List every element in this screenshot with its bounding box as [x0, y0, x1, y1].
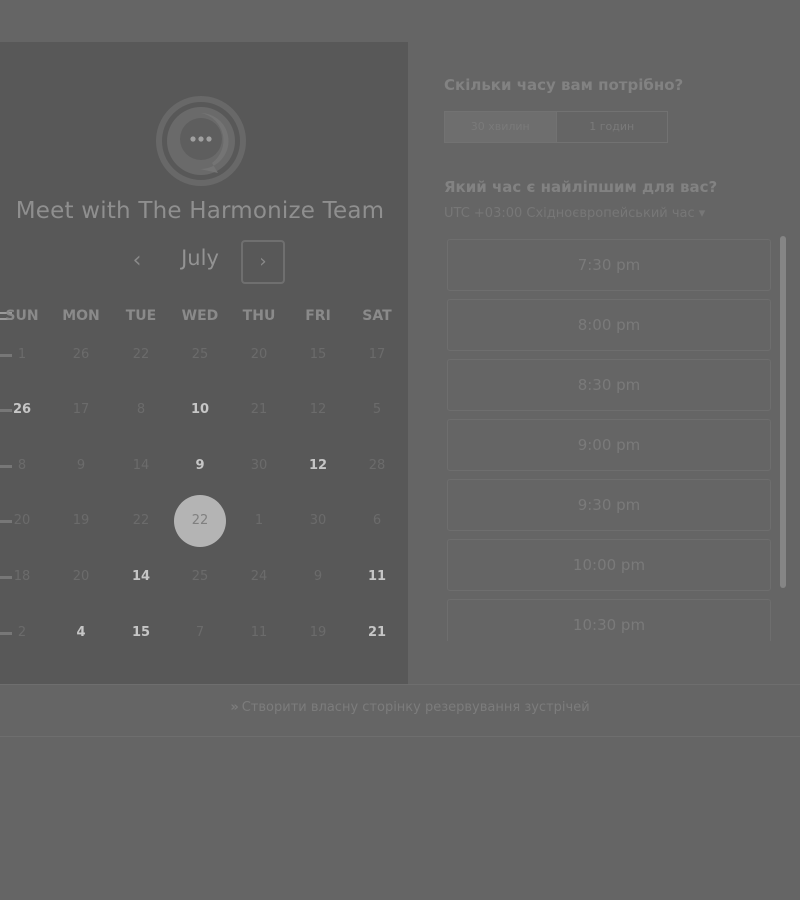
- calendar-day: 1: [17, 347, 27, 362]
- calendar-day: 28: [368, 458, 386, 473]
- calendar-day: 30: [250, 458, 268, 473]
- calendar-day: 6: [372, 513, 382, 528]
- calendar-day: 20: [72, 569, 90, 584]
- calendar-day: 11: [250, 625, 268, 640]
- duration-selector: 30 хвилин 1 годин: [444, 111, 668, 143]
- calendar-day: 9: [76, 458, 86, 473]
- time-slot-button[interactable]: 7:30 pm: [447, 239, 771, 291]
- calendar-day[interactable]: 15: [121, 623, 161, 643]
- prev-month-button[interactable]: ‹: [124, 246, 150, 276]
- weekday-header: SUN MON TUE WED THU FRI SAT: [0, 308, 408, 328]
- time-slot-button[interactable]: 9:00 pm: [447, 419, 771, 471]
- calendar-day[interactable]: 10: [180, 400, 220, 420]
- chat-bubble-logo-icon: [154, 96, 248, 186]
- time-question: Який час є найліпшим для вас?: [444, 178, 718, 196]
- calendar-day: 20: [250, 347, 268, 362]
- create-booking-page-text: Створити власну сторінку резервування зу…: [241, 700, 590, 715]
- weekday-label: FRI: [305, 308, 331, 324]
- calendar-day: 19: [309, 625, 327, 640]
- time-slot-button[interactable]: 10:30 pm: [447, 599, 771, 641]
- next-month-button[interactable]: ›: [241, 240, 285, 284]
- calendar-day: 22: [132, 513, 150, 528]
- calendar-day: 8: [136, 402, 146, 417]
- month-label: July: [181, 246, 219, 270]
- calendar-day: 30: [309, 513, 327, 528]
- calendar-day: 26: [72, 347, 90, 362]
- calendar-day: 12: [309, 402, 327, 417]
- weekday-label: TUE: [125, 308, 157, 324]
- calendar-day[interactable]: 21: [357, 623, 397, 643]
- calendar-day: 19: [72, 513, 90, 528]
- calendar-day: 25: [191, 569, 209, 584]
- calendar-day: 20: [13, 513, 31, 528]
- calendar-day: 5: [372, 402, 382, 417]
- weekday-label: MON: [62, 308, 100, 324]
- time-slot-list: 7:30 pm 8:00 pm 8:30 pm 9:00 pm 9:30 pm 10:00…: [447, 239, 771, 641]
- duration-option-1h[interactable]: 1 годин: [557, 112, 668, 142]
- month-navigation: ‹ July ›: [0, 238, 408, 288]
- calendar-day[interactable]: 12: [298, 456, 338, 476]
- page-title: Meet with The Harmonize Team: [15, 198, 385, 224]
- time-slot-scrollbar[interactable]: [780, 236, 786, 588]
- duration-option-30min[interactable]: 30 хвилин: [445, 112, 557, 142]
- double-chevron-icon: »: [230, 700, 239, 715]
- time-slot-button[interactable]: 8:00 pm: [447, 299, 771, 351]
- calendar-day: 8: [17, 458, 27, 473]
- footer-divider: [0, 736, 800, 737]
- calendar-day: 9: [313, 569, 323, 584]
- timezone-dropdown[interactable]: UTC +03:00 Східноєвропейський час ▾: [444, 206, 705, 221]
- weekday-label: WED: [181, 308, 219, 324]
- calendar-day: 21: [250, 402, 268, 417]
- calendar-day[interactable]: 9: [180, 456, 220, 476]
- calendar-day[interactable]: 26: [2, 400, 42, 420]
- calendar-day: 18: [13, 569, 31, 584]
- calendar-day: 15: [309, 347, 327, 362]
- calendar-day: 24: [250, 569, 268, 584]
- time-slot-button[interactable]: 10:00 pm: [447, 539, 771, 591]
- create-booking-page-link[interactable]: » Створити власну сторінку резервування з…: [0, 700, 800, 715]
- calendar-day: 22: [132, 347, 150, 362]
- duration-question: Скільки часу вам потрібно?: [444, 76, 684, 94]
- calendar-day[interactable]: 14: [121, 567, 161, 587]
- weekday-label: THU: [242, 308, 276, 324]
- calendar-day: 14: [132, 458, 150, 473]
- time-slot-button[interactable]: 8:30 pm: [447, 359, 771, 411]
- calendar-day: 7: [195, 625, 205, 640]
- calendar-day: 25: [191, 347, 209, 362]
- calendar-day: 1: [254, 513, 264, 528]
- calendar-day: 2: [17, 625, 27, 640]
- time-slot-button[interactable]: 9:30 pm: [447, 479, 771, 531]
- calendar-day[interactable]: 11: [357, 567, 397, 587]
- weekday-label: SAT: [362, 308, 392, 324]
- footer-divider: [0, 684, 800, 685]
- weekday-label: SUN: [5, 308, 39, 324]
- calendar-day: 17: [72, 402, 90, 417]
- calendar-day[interactable]: 4: [61, 623, 101, 643]
- calendar-day: 17: [368, 347, 386, 362]
- calendar-day-selected[interactable]: 22: [174, 495, 226, 547]
